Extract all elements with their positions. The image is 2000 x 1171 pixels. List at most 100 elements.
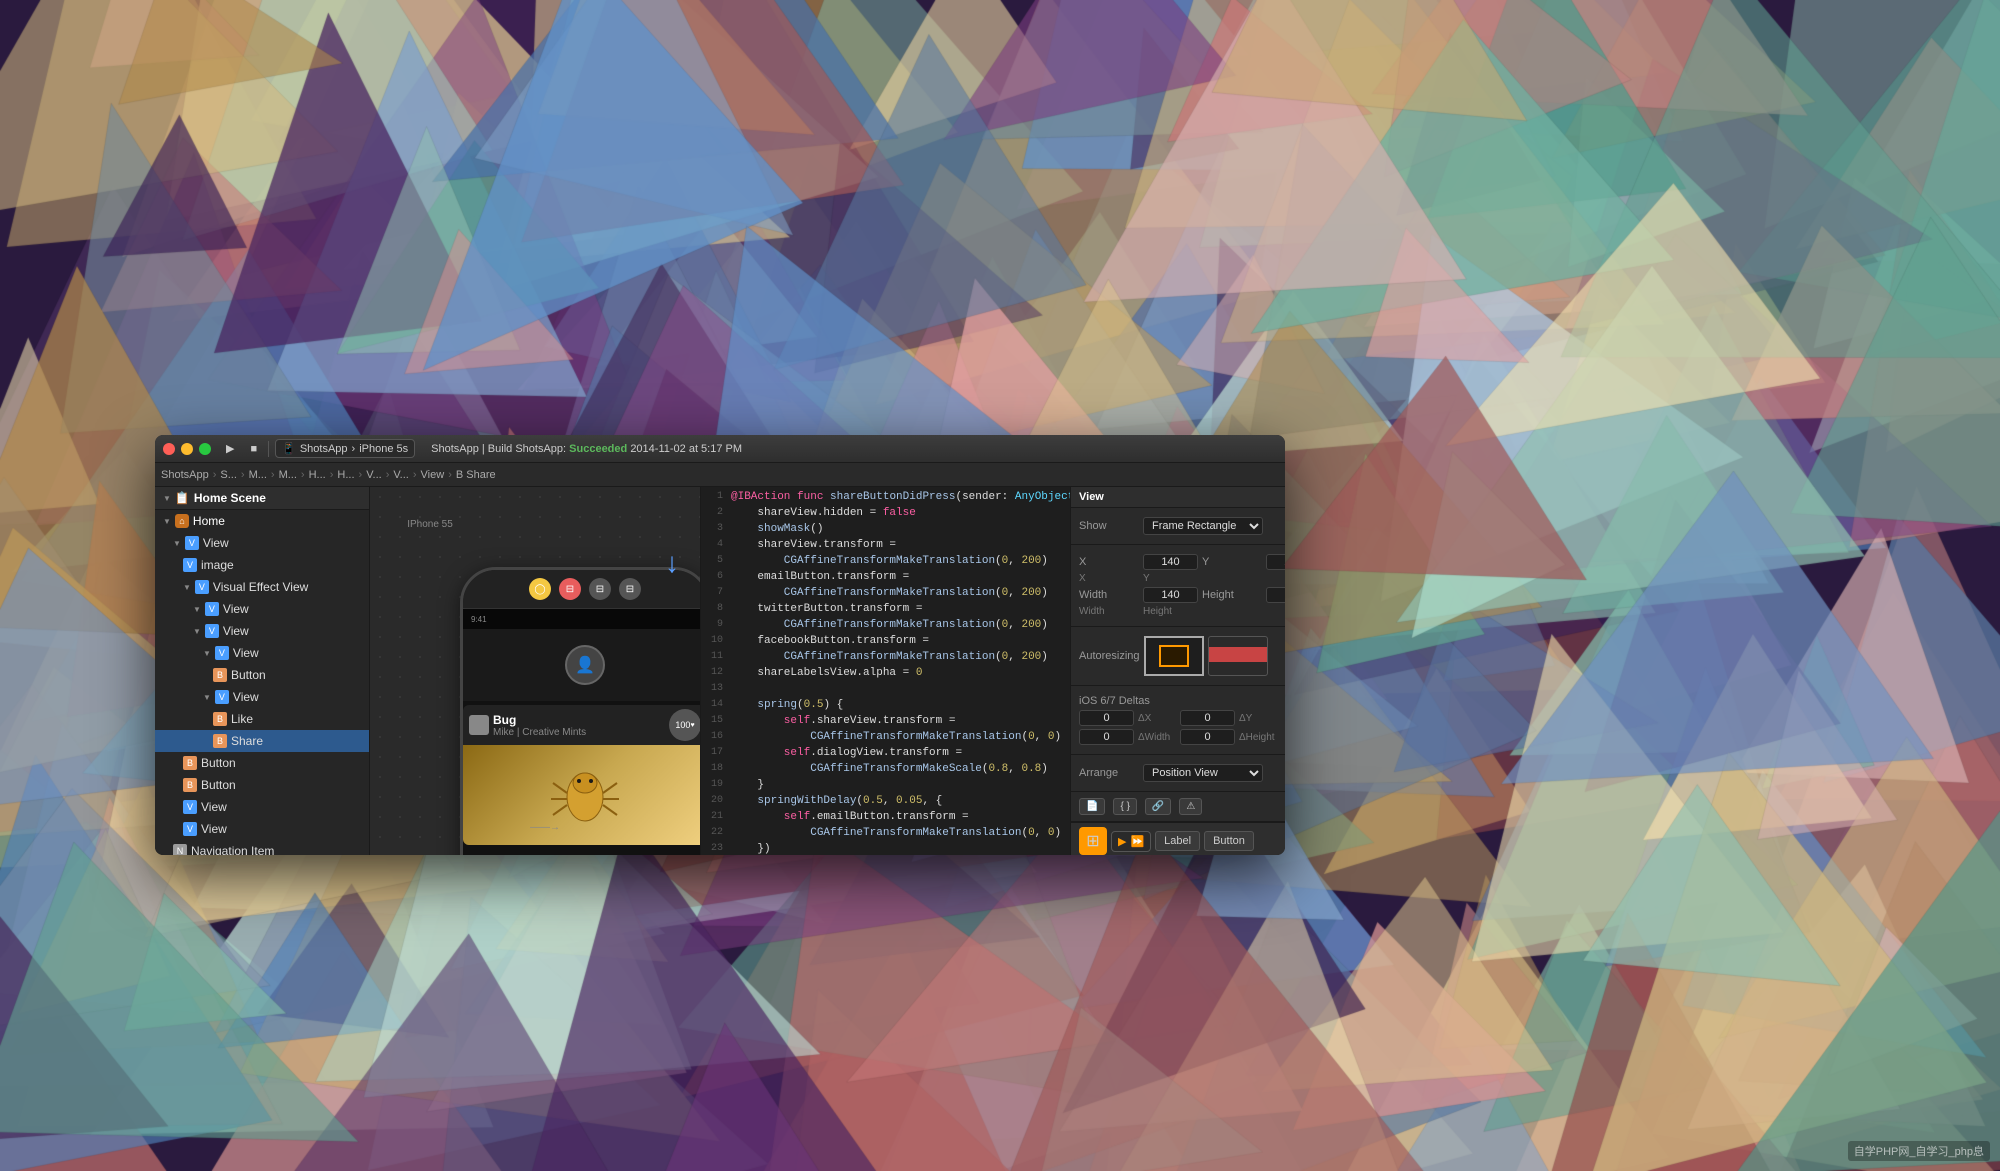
h-label: Height: [1202, 589, 1262, 601]
xy-sublabel-row: X Y: [1079, 573, 1277, 584]
breadcrumb-h2[interactable]: H...: [337, 469, 354, 481]
nav-item-view7[interactable]: V View: [155, 818, 369, 840]
breadcrumb-view[interactable]: View: [421, 469, 445, 481]
nav-item-visual-effect-view[interactable]: ▼ V Visual Effect View: [155, 576, 369, 598]
y-input[interactable]: [1266, 554, 1285, 570]
breadcrumb-v2[interactable]: V...: [393, 469, 409, 481]
shot-image: [463, 745, 700, 845]
ib-canvas: ↓ IPhone 55 ◯ ⊟ ⊟ ⊟ 9:41: [370, 487, 700, 855]
code-content[interactable]: 1 @IBAction func shareButtonDidPress (se…: [701, 487, 1070, 855]
warning-btn[interactable]: ⚠: [1179, 798, 1202, 815]
delta-y-input[interactable]: [1180, 710, 1235, 726]
show-section: Show Frame Rectangle: [1071, 508, 1285, 545]
w-input[interactable]: [1143, 587, 1198, 603]
maximize-button[interactable]: [199, 443, 211, 455]
expand-icon: ▼: [163, 517, 171, 526]
home-icon: ⌂: [175, 514, 189, 528]
iphone-tb-btn4[interactable]: ⊟: [619, 578, 641, 600]
like-label: Like: [231, 712, 253, 726]
nav-item-view1[interactable]: ▼ V View: [155, 532, 369, 554]
minimize-button[interactable]: [181, 443, 193, 455]
nav-item-view4[interactable]: ▼ V View: [155, 642, 369, 664]
view2-icon: V: [205, 602, 219, 616]
button-button[interactable]: Button: [1204, 831, 1254, 851]
btn3-label: Button: [201, 778, 236, 792]
breadcrumb-s[interactable]: S...: [220, 469, 237, 481]
nav-item-image[interactable]: V image: [155, 554, 369, 576]
play-button[interactable]: ▶: [221, 440, 239, 457]
code-line-9: 9 CGAffineTransformMakeTranslation ( 0 ,…: [701, 619, 1070, 635]
profile-area: 👤: [463, 629, 700, 701]
view5-icon: V: [215, 690, 229, 704]
iphone-label: IPhone 55: [407, 519, 453, 530]
build-label: ShotsApp | Build ShotsApp:: [431, 443, 566, 455]
nav-item-button2[interactable]: B Button: [155, 752, 369, 774]
nav-item-label: Navigation Item: [191, 844, 274, 855]
bracket-btn[interactable]: { }: [1113, 798, 1136, 815]
show-select[interactable]: Frame Rectangle: [1143, 517, 1263, 535]
label-button[interactable]: Label: [1155, 831, 1200, 851]
inspector-header: View: [1071, 487, 1285, 508]
stop-button[interactable]: ■: [245, 441, 262, 457]
ar-outer: [1144, 636, 1204, 676]
line-num: 6: [705, 571, 723, 582]
ar-preview: [1208, 636, 1268, 676]
nav-item-view3[interactable]: ▼ V View: [155, 620, 369, 642]
iphone-tb-btn3[interactable]: ⊟: [589, 578, 611, 600]
scheme-selector[interactable]: 📱 ShotsApp › iPhone 5s: [275, 439, 415, 458]
code-line-2: 2 shareView.hidden = false: [701, 507, 1070, 523]
nav-item-share[interactable]: B Share: [155, 730, 369, 752]
code-editor: 1 @IBAction func shareButtonDidPress (se…: [700, 487, 1070, 855]
nav-item-view6[interactable]: V View: [155, 796, 369, 818]
delta-w-input[interactable]: [1079, 729, 1134, 745]
btn2-label: Button: [201, 756, 236, 770]
home-label: Home: [193, 514, 225, 528]
breadcrumb-m2[interactable]: M...: [279, 469, 297, 481]
delta-x-input[interactable]: [1079, 710, 1134, 726]
breadcrumb-shotsapp[interactable]: ShotsApp: [161, 469, 209, 481]
delta-h-input[interactable]: [1180, 729, 1235, 745]
line-num: 16: [705, 731, 723, 742]
breadcrumb-v1[interactable]: V...: [366, 469, 382, 481]
wh-row: Width Height: [1079, 587, 1277, 603]
scene-header: ▼ 📋 Home Scene: [155, 487, 369, 510]
objects-button[interactable]: ⊞: [1079, 827, 1107, 855]
nav-item-like[interactable]: B Like: [155, 708, 369, 730]
code-line-20: 20 springWithDelay ( 0.5 , 0.05 , {: [701, 795, 1070, 811]
breadcrumb-bshare[interactable]: B Share: [456, 469, 496, 481]
line-num: 22: [705, 827, 723, 838]
expand-icon: ▼: [183, 583, 191, 592]
play-forward-btn[interactable]: ▶ ⏩: [1111, 831, 1151, 852]
code-line-23: 23 }): [701, 843, 1070, 855]
delta-xy-row: ΔX ΔY: [1079, 710, 1277, 726]
line-num: 21: [705, 811, 723, 822]
nav-item-button1[interactable]: B Button: [155, 664, 369, 686]
iphone-tb-btn2[interactable]: ⊟: [559, 578, 581, 600]
x-input[interactable]: [1143, 554, 1198, 570]
btn3-icon: B: [183, 778, 197, 792]
image-icon: V: [183, 558, 197, 572]
nav-item-view5[interactable]: ▼ V View: [155, 686, 369, 708]
iphone-tb-btn1[interactable]: ◯: [529, 578, 551, 600]
arrange-select[interactable]: Position View: [1143, 764, 1263, 782]
breadcrumb-m1[interactable]: M...: [249, 469, 267, 481]
share-label: Share: [231, 734, 263, 748]
ios67-section: iOS 6/7 Deltas ΔX ΔY ΔWidth ΔHeight: [1071, 686, 1285, 755]
scene-icon: 📋: [175, 491, 190, 505]
scene-triangle: ▼: [163, 494, 171, 503]
link-btn[interactable]: 🔗: [1145, 798, 1171, 815]
h-input[interactable]: [1266, 587, 1285, 603]
nav-item-home[interactable]: ▼ ⌂ Home: [155, 510, 369, 532]
objects-icon: ⊞: [1086, 831, 1099, 851]
nav-item-navigation-item[interactable]: N Navigation Item: [155, 840, 369, 855]
nav-item-button3[interactable]: B Button: [155, 774, 369, 796]
code-line-8: 8 twitterButton.transform =: [701, 603, 1070, 619]
view5-label: View: [233, 690, 259, 704]
close-button[interactable]: [163, 443, 175, 455]
nav-item-view2[interactable]: ▼ V View: [155, 598, 369, 620]
code-line-12: 12 shareLabelsView.alpha = 0: [701, 667, 1070, 683]
file-btn[interactable]: 📄: [1079, 798, 1105, 815]
code-line-5: 5 CGAffineTransformMakeTranslation ( 0 ,…: [701, 555, 1070, 571]
line-num: 7: [705, 587, 723, 598]
breadcrumb-h1[interactable]: H...: [309, 469, 326, 481]
